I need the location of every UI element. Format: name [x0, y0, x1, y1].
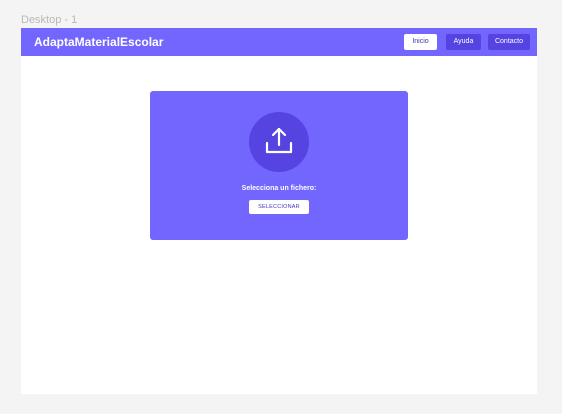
brand-title[interactable]: AdaptaMaterialEscolar [34, 28, 163, 56]
upload-card: Selecciona un fichero: SELECCIONAR [150, 91, 408, 240]
nav-inicio-button[interactable]: Inicio [404, 34, 437, 50]
select-file-button[interactable]: SELECCIONAR [249, 200, 309, 214]
desktop-frame: AdaptaMaterialEscolar Inicio Ayuda Conta… [21, 28, 537, 394]
upload-icon [265, 127, 293, 154]
upload-prompt: Selecciona un fichero: [241, 185, 317, 192]
upload-icon-badge[interactable] [249, 112, 309, 172]
nav-contacto-button[interactable]: Contacto [488, 34, 530, 50]
nav-ayuda-button[interactable]: Ayuda [446, 34, 481, 50]
frame-label: Desktop - 1 [21, 14, 78, 26]
navbar: AdaptaMaterialEscolar Inicio Ayuda Conta… [21, 28, 537, 56]
